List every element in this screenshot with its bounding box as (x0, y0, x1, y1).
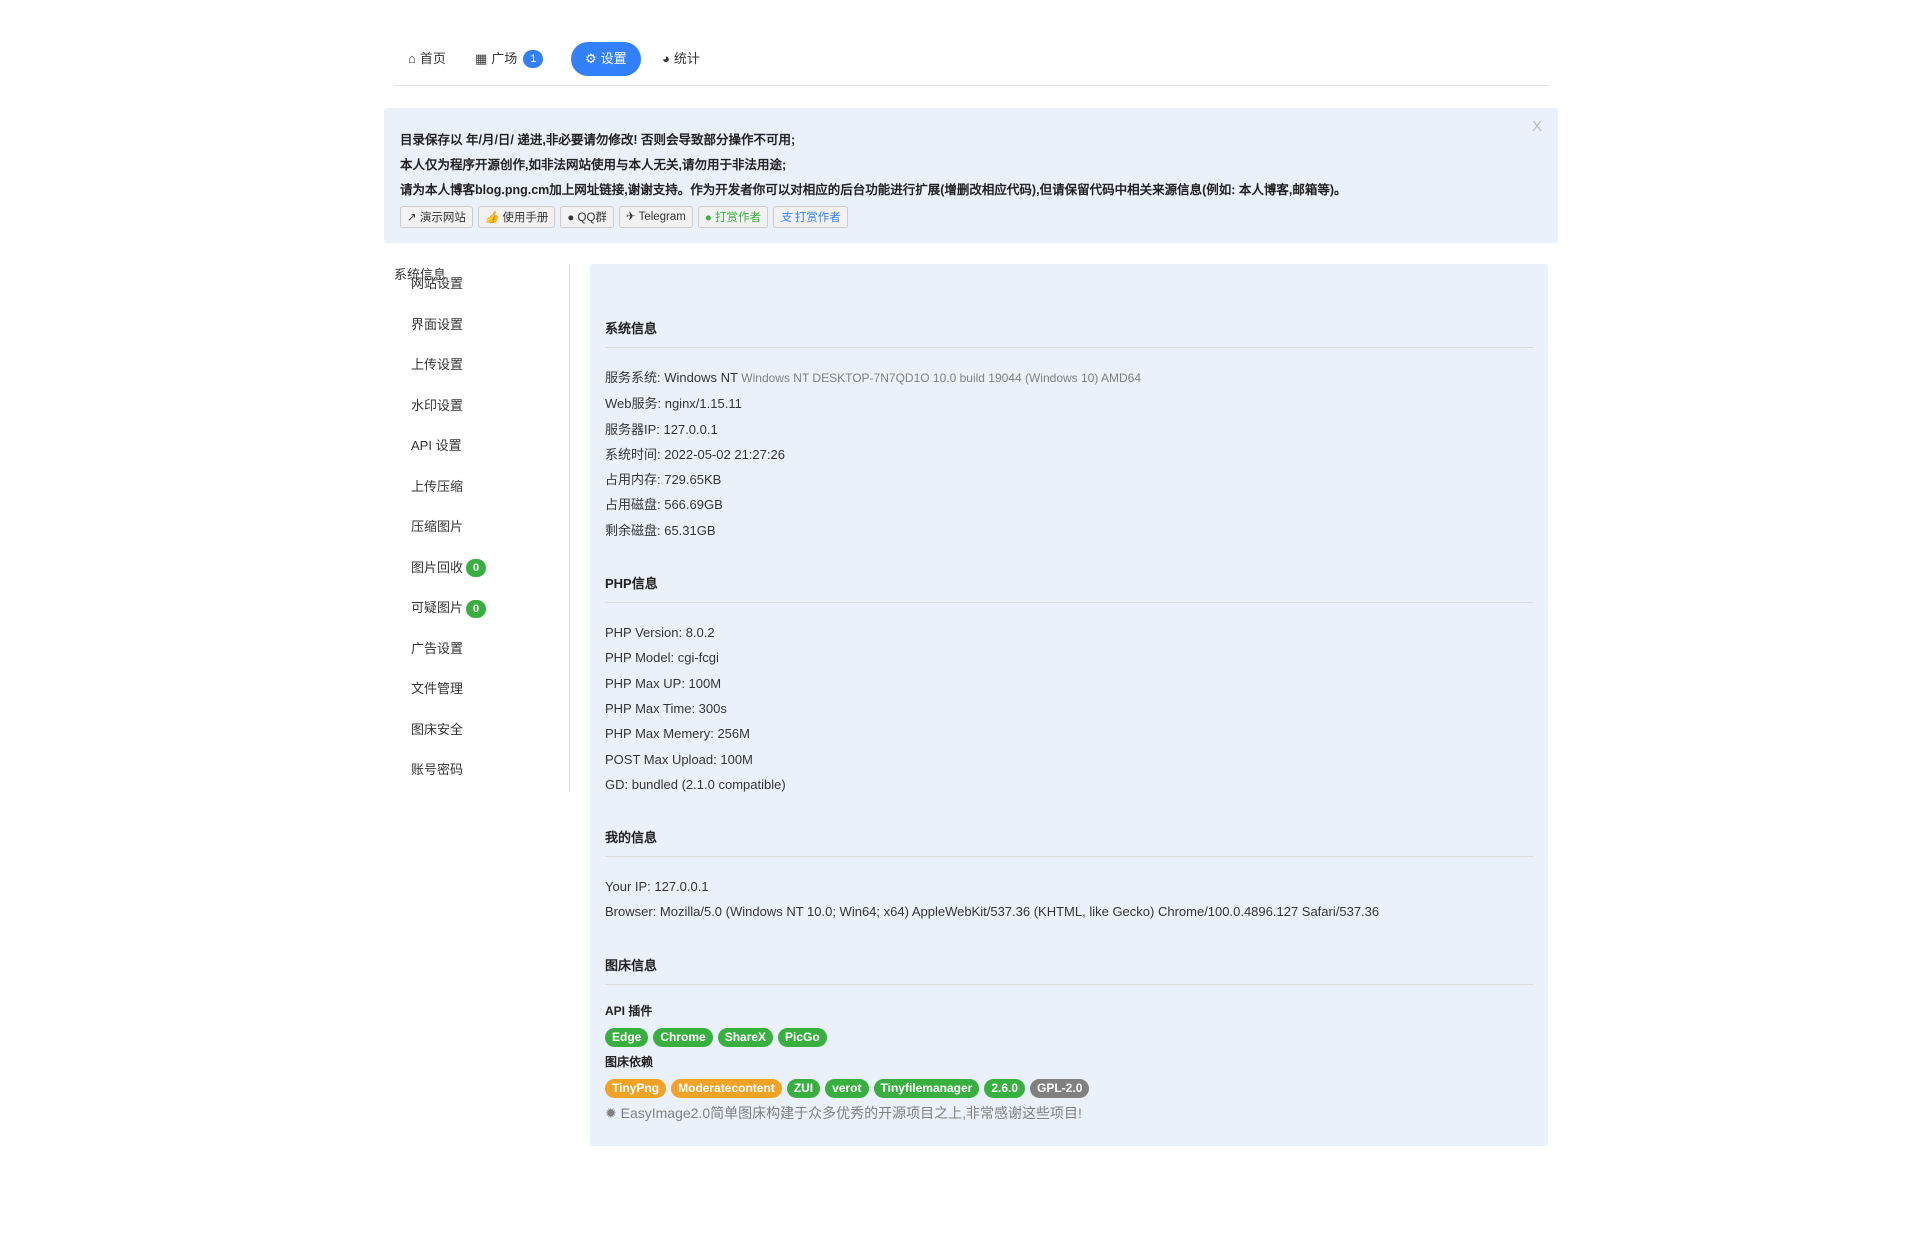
sidebar-item-upload[interactable]: 上传设置 (394, 345, 569, 386)
info-line: Browser: Mozilla/5.0 (Windows NT 10.0; W… (605, 904, 1380, 920)
section-title-mine: 我的信息 (605, 827, 1533, 858)
section-title-imgbed: 图床信息 (605, 955, 1533, 985)
thumbs-up-icon: 👍 (484, 212, 500, 224)
gear-icon: ✹ (605, 1104, 617, 1121)
square-badge: 1 (523, 50, 544, 68)
tag-moderatecontent[interactable]: Moderatecontent (671, 1078, 782, 1098)
donate-alipay-button[interactable]: 支 打赏作者 (773, 206, 848, 228)
sidebar-item-compress-images[interactable]: 压缩图片 (394, 507, 569, 548)
info-line: PHP Version: 8.0.2 (605, 625, 715, 641)
dependencies-label: 图床依赖 (605, 1054, 654, 1069)
thanks-footer: ✹ EasyImage2.0简单图床构建于众多优秀的开源项目之上,非常感谢这些项… (605, 1104, 1082, 1121)
info-line: 系统时间: 2022-05-02 21:27:26 (605, 446, 785, 462)
tag-tinypng[interactable]: TinyPng (605, 1078, 667, 1098)
notice-alert: X 目录保存以 年/月/日/ 递进,非必要请勿修改! 否则会导致部分操作不可用;… (384, 108, 1558, 243)
info-line: PHP Max UP: 100M (605, 675, 722, 691)
sidebar-item-watermark[interactable]: 水印设置 (394, 386, 569, 427)
recycle-count-badge: 0 (466, 559, 487, 578)
sysinfo-panel: 系统信息 服务系统: Windows NT Windows NT DESKTOP… (590, 264, 1548, 1146)
tag-tinyfilemanager[interactable]: Tinyfilemanager (873, 1078, 980, 1098)
info-line: 占用磁盘: 566.69GB (605, 497, 723, 513)
home-icon: ⌂ (408, 51, 416, 66)
settings-sidebar: 网站设置 界面设置 上传设置 水印设置 API 设置 上传压缩 压缩图片 图片回… (394, 264, 570, 792)
external-link-icon: ↗ (407, 212, 417, 224)
tag-sharex[interactable]: ShareX (717, 1027, 774, 1047)
info-line: PHP Max Time: 300s (605, 700, 727, 716)
sidebar-item-security[interactable]: 图床安全 (394, 710, 569, 751)
sidebar-item-files[interactable]: 文件管理 (394, 669, 569, 710)
suspicious-count-badge: 0 (466, 599, 487, 618)
info-line: 服务器IP: 127.0.0.1 (605, 421, 718, 437)
info-line: PHP Model: cgi-fcgi (605, 650, 719, 666)
pie-chart-icon: ◕ (662, 51, 670, 66)
nav-square[interactable]: ▦ 广场 1 (461, 42, 557, 76)
close-alert-button[interactable]: X (1532, 118, 1542, 135)
gears-icon: ⚙ (585, 51, 597, 66)
sidebar-item-recycle[interactable]: 图片回收 0 (394, 548, 569, 589)
manual-button[interactable]: 👍 使用手册 (477, 206, 556, 228)
tag-version[interactable]: 2.6.0 (984, 1078, 1026, 1098)
info-line: 剩余磁盘: 65.31GB (605, 522, 716, 538)
top-nav: ⌂ 首页 ▦ 广场 1 ⚙ 设置 ◕ 统计 (394, 40, 1549, 86)
info-line: Web服务: nginx/1.15.11 (605, 396, 742, 412)
sidebar-item-account[interactable]: 账号密码 (394, 750, 569, 791)
sidebar-item-api[interactable]: API 设置 (394, 426, 569, 467)
qq-group-button[interactable]: ● QQ群 (560, 206, 614, 228)
tag-edge[interactable]: Edge (605, 1027, 649, 1047)
sidebar-item-ads[interactable]: 广告设置 (394, 629, 569, 670)
os-info: 服务系统: Windows NT Windows NT DESKTOP-7N7Q… (605, 370, 1142, 385)
sidebar-item-upload-compress[interactable]: 上传压缩 (394, 467, 569, 508)
api-plugins-label: API 插件 (605, 1003, 653, 1018)
sidebar-item-ui[interactable]: 界面设置 (394, 305, 569, 346)
donate-wechat-button[interactable]: ● 打赏作者 (697, 206, 769, 228)
nav-settings[interactable]: ⚙ 设置 (571, 42, 641, 76)
notice-line: 本人仅为程序开源创作,如非法网站使用与本人无关,请勿用于非法用途; (400, 158, 787, 172)
section-title-system: 系统信息 (605, 318, 1533, 348)
tag-picgo[interactable]: PicGo (778, 1027, 827, 1047)
tag-chrome[interactable]: Chrome (653, 1027, 713, 1047)
nav-stats[interactable]: ◕ 统计 (648, 42, 714, 76)
nav-home[interactable]: ⌂ 首页 (394, 42, 460, 76)
sidebar-item-suspicious[interactable]: 可疑图片 0 (394, 588, 569, 629)
section-title-php: PHP信息 (605, 573, 1533, 604)
grid-icon: ▦ (475, 51, 488, 66)
telegram-button[interactable]: ✈ Telegram (618, 206, 693, 228)
sidebar-item-sysinfo[interactable]: 系统信息 (394, 264, 570, 302)
demo-site-button[interactable]: ↗ 演示网站 (400, 206, 473, 228)
info-line: PHP Max Memery: 256M (605, 726, 750, 742)
notice-line: 目录保存以 年/月/日/ 递进,非必要请勿修改! 否则会导致部分操作不可用; (400, 133, 796, 147)
tag-zui[interactable]: ZUI (786, 1078, 821, 1098)
tag-verot[interactable]: verot (825, 1078, 869, 1098)
wechat-icon: ● (704, 212, 712, 224)
info-line: 占用内存: 729.65KB (605, 472, 722, 488)
info-line: GD: bundled (2.1.0 compatible) (605, 776, 786, 792)
notice-line: 请为本人博客blog.png.cm加上网址链接,谢谢支持。作为开发者你可以对相应… (400, 183, 1347, 197)
qq-icon: ● (567, 212, 575, 224)
info-line: POST Max Upload: 100M (605, 751, 753, 767)
tag-license[interactable]: GPL-2.0 (1030, 1078, 1090, 1098)
info-line: Your IP: 127.0.0.1 (605, 879, 709, 895)
alipay-icon: 支 (780, 212, 792, 224)
plane-icon: ✈ (625, 211, 636, 223)
